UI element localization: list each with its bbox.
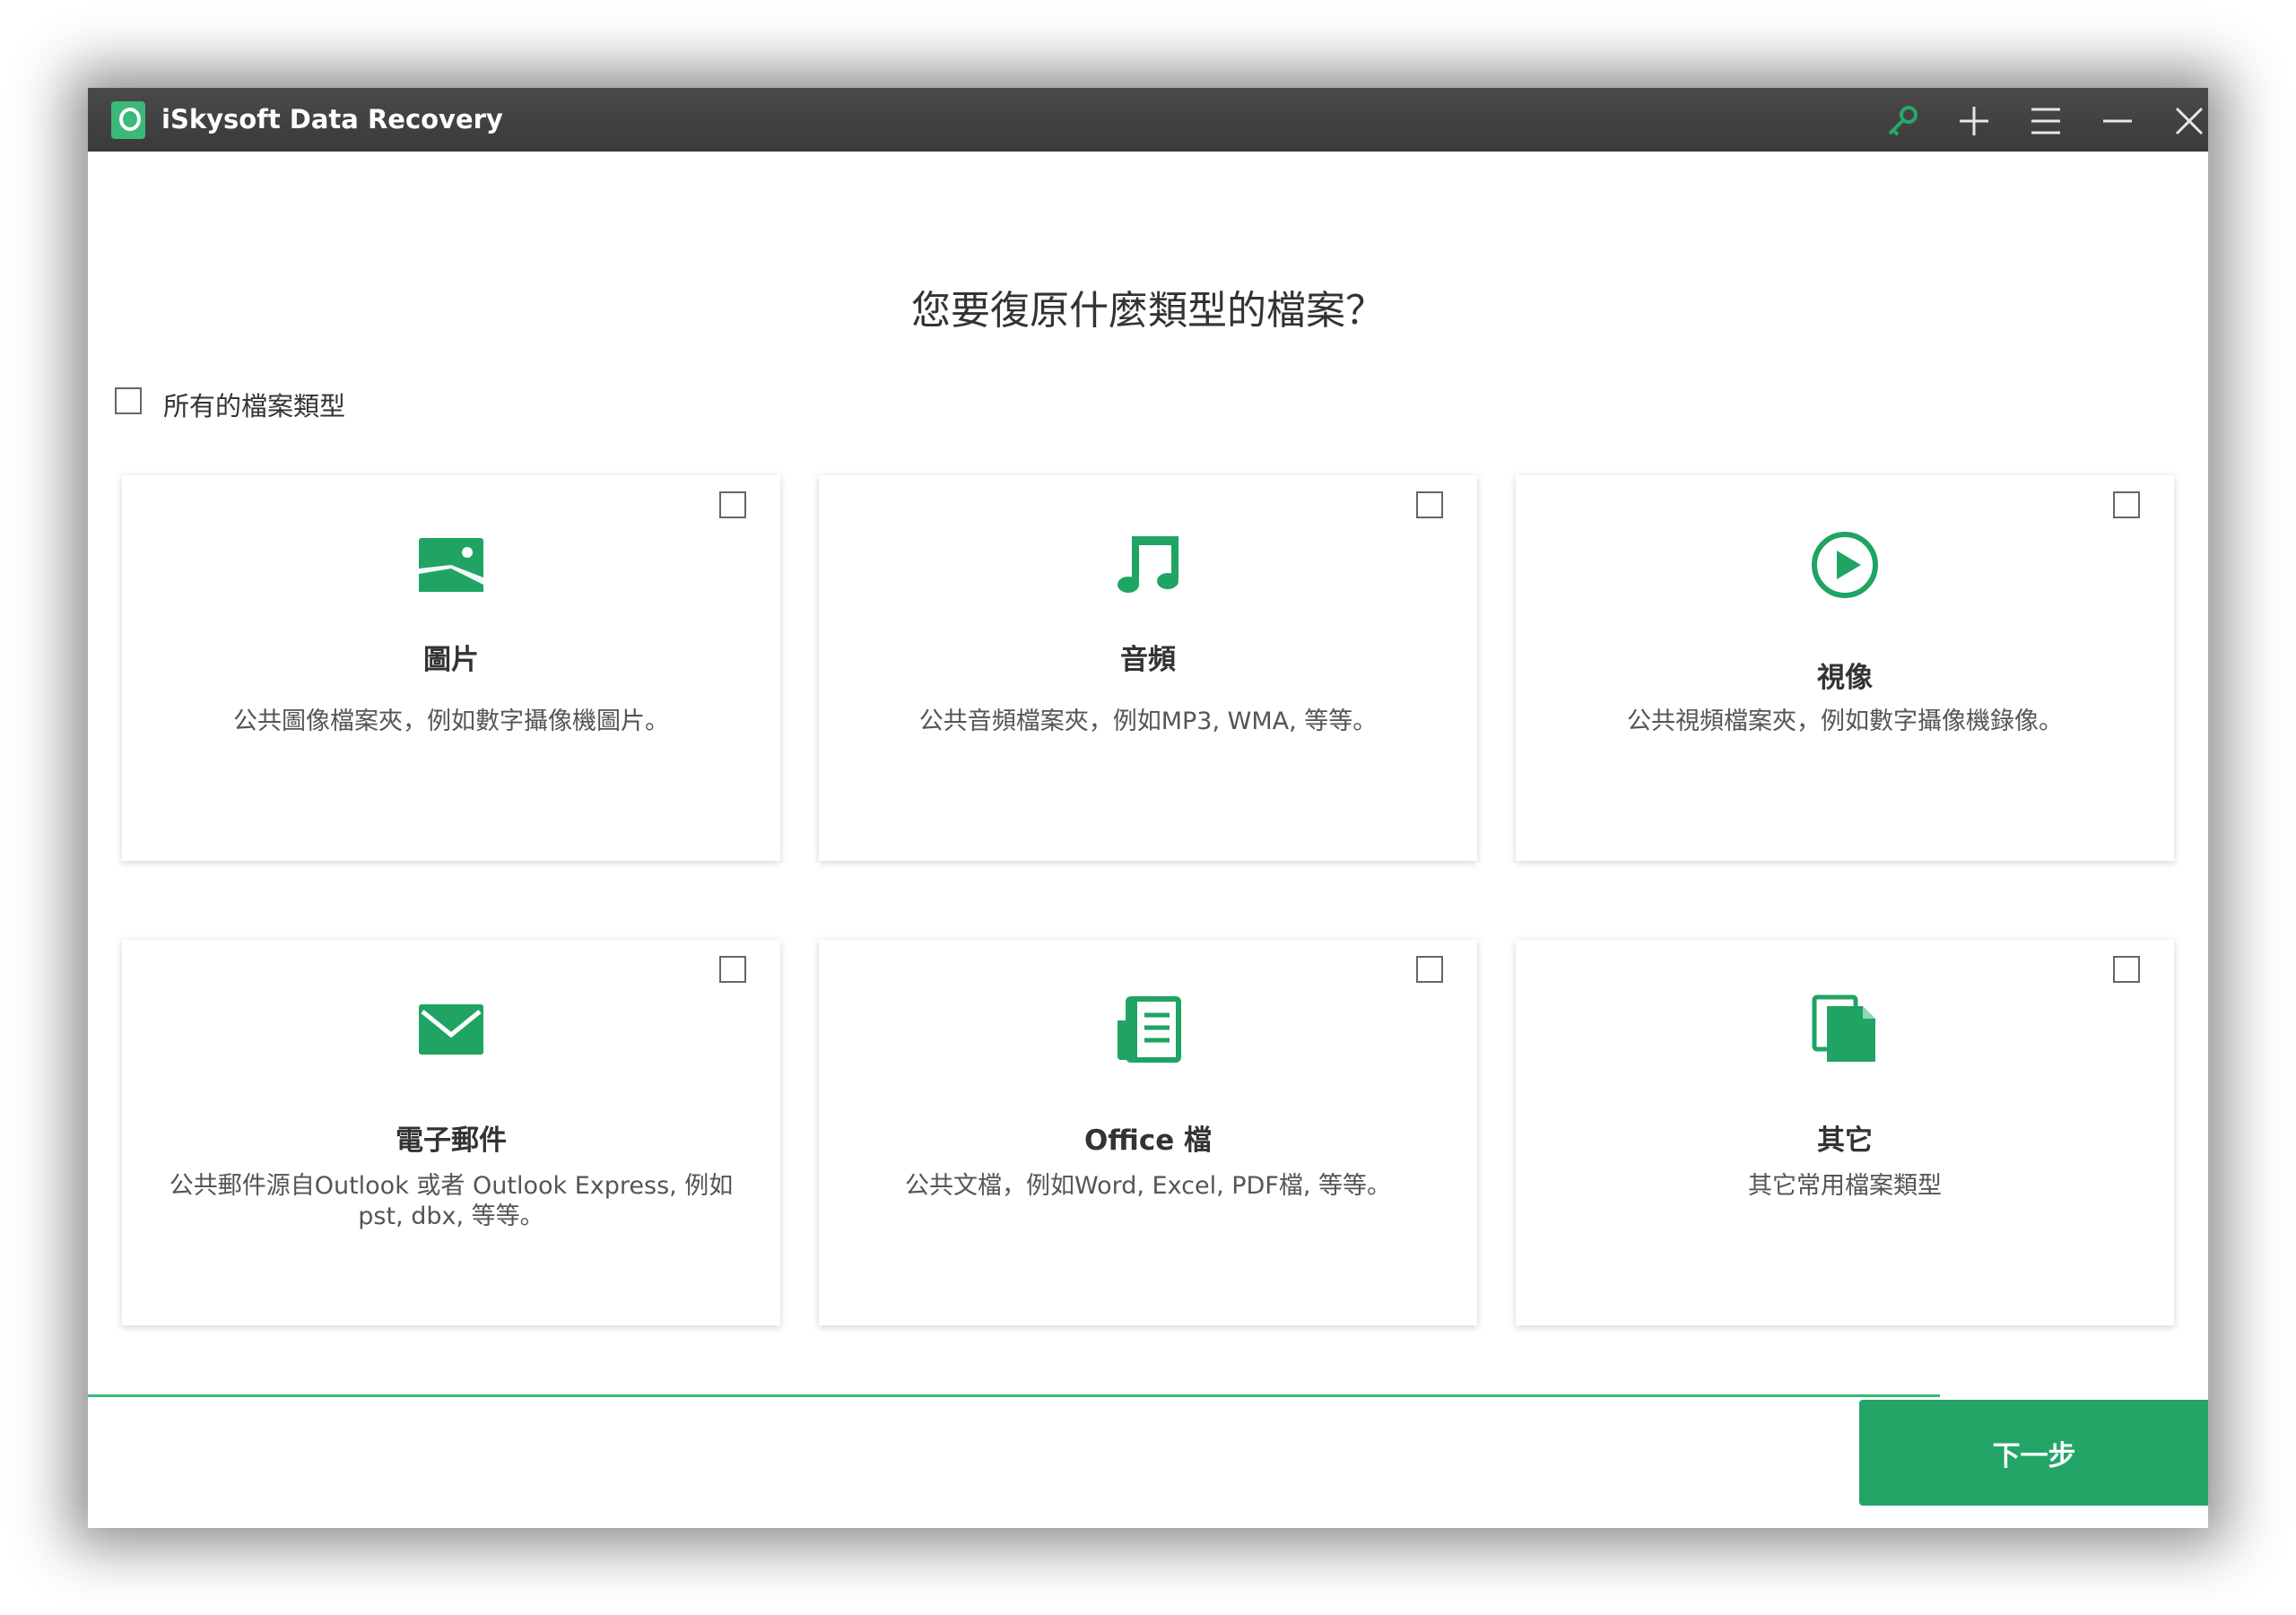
card-description: 公共音頻檔案夾，例如MP3, WMA, 等等。 (918, 708, 1378, 735)
card-audio[interactable]: 音頻 公共音頻檔案夾，例如MP3, WMA, 等等。 (819, 475, 1477, 861)
play-icon (1812, 532, 1878, 598)
image-icon (419, 538, 483, 592)
document-icon (1118, 996, 1181, 1063)
card-title: 音頻 (1120, 644, 1176, 676)
office-checkbox[interactable] (1416, 956, 1443, 983)
card-title: 視像 (1817, 662, 1873, 694)
card-other[interactable]: 其它 其它常用檔案類型 (1516, 940, 2174, 1325)
card-video[interactable]: 視像 公共視頻檔案夾，例如數字攝像機錄像。 (1516, 475, 2174, 861)
app-title: iSkysoft Data Recovery (161, 104, 503, 135)
other-checkbox[interactable] (2113, 956, 2140, 983)
close-icon[interactable] (2165, 97, 2208, 145)
email-icon (419, 1004, 483, 1055)
video-checkbox[interactable] (2113, 491, 2140, 518)
all-types-label[interactable]: 所有的檔案類型 (163, 386, 345, 423)
card-description: 公共文檔，例如Word, Excel, PDF檔, 等等。 (904, 1172, 1392, 1200)
progress-line (88, 1394, 1940, 1397)
card-description: 公共郵件源自Outlook 或者 Outlook Express, 例如 pst… (169, 1172, 734, 1230)
email-checkbox[interactable] (719, 956, 746, 983)
plus-icon[interactable] (1950, 97, 1998, 145)
card-description: 公共圖像檔案夾，例如數字攝像機圖片。 (233, 708, 669, 735)
card-title: 電子郵件 (396, 1124, 507, 1157)
minimize-icon[interactable] (2093, 97, 2142, 145)
images-checkbox[interactable] (719, 491, 746, 518)
card-title: 圖片 (423, 644, 479, 676)
card-email[interactable]: 電子郵件 公共郵件源自Outlook 或者 Outlook Express, 例… (122, 940, 780, 1325)
card-office[interactable]: Office 檔 公共文檔，例如Word, Excel, PDF檔, 等等。 (819, 940, 1477, 1325)
card-images[interactable]: 圖片 公共圖像檔案夾，例如數字攝像機圖片。 (122, 475, 780, 861)
next-button[interactable]: 下一步 (1859, 1400, 2208, 1506)
page-title: 您要復原什麼類型的檔案？ (911, 288, 1385, 334)
music-icon (1118, 536, 1178, 593)
app-window: iSkysoft Data Recovery 您要復原什麼類型的檔案？ 所有的檔… (88, 88, 2208, 1528)
all-types-checkbox[interactable] (115, 387, 142, 414)
card-description: 其它常用檔案類型 (1748, 1172, 1942, 1200)
audio-checkbox[interactable] (1416, 491, 1443, 518)
title-bar: iSkysoft Data Recovery (88, 88, 2208, 152)
files-icon (1812, 994, 1875, 1062)
app-logo-icon (111, 101, 145, 139)
key-icon[interactable] (1878, 97, 1926, 145)
card-title: 其它 (1817, 1124, 1873, 1157)
menu-icon[interactable] (2022, 97, 2070, 145)
card-title: Office 檔 (1083, 1124, 1213, 1157)
card-description: 公共視頻檔案夾，例如數字攝像機錄像。 (1627, 708, 2063, 735)
